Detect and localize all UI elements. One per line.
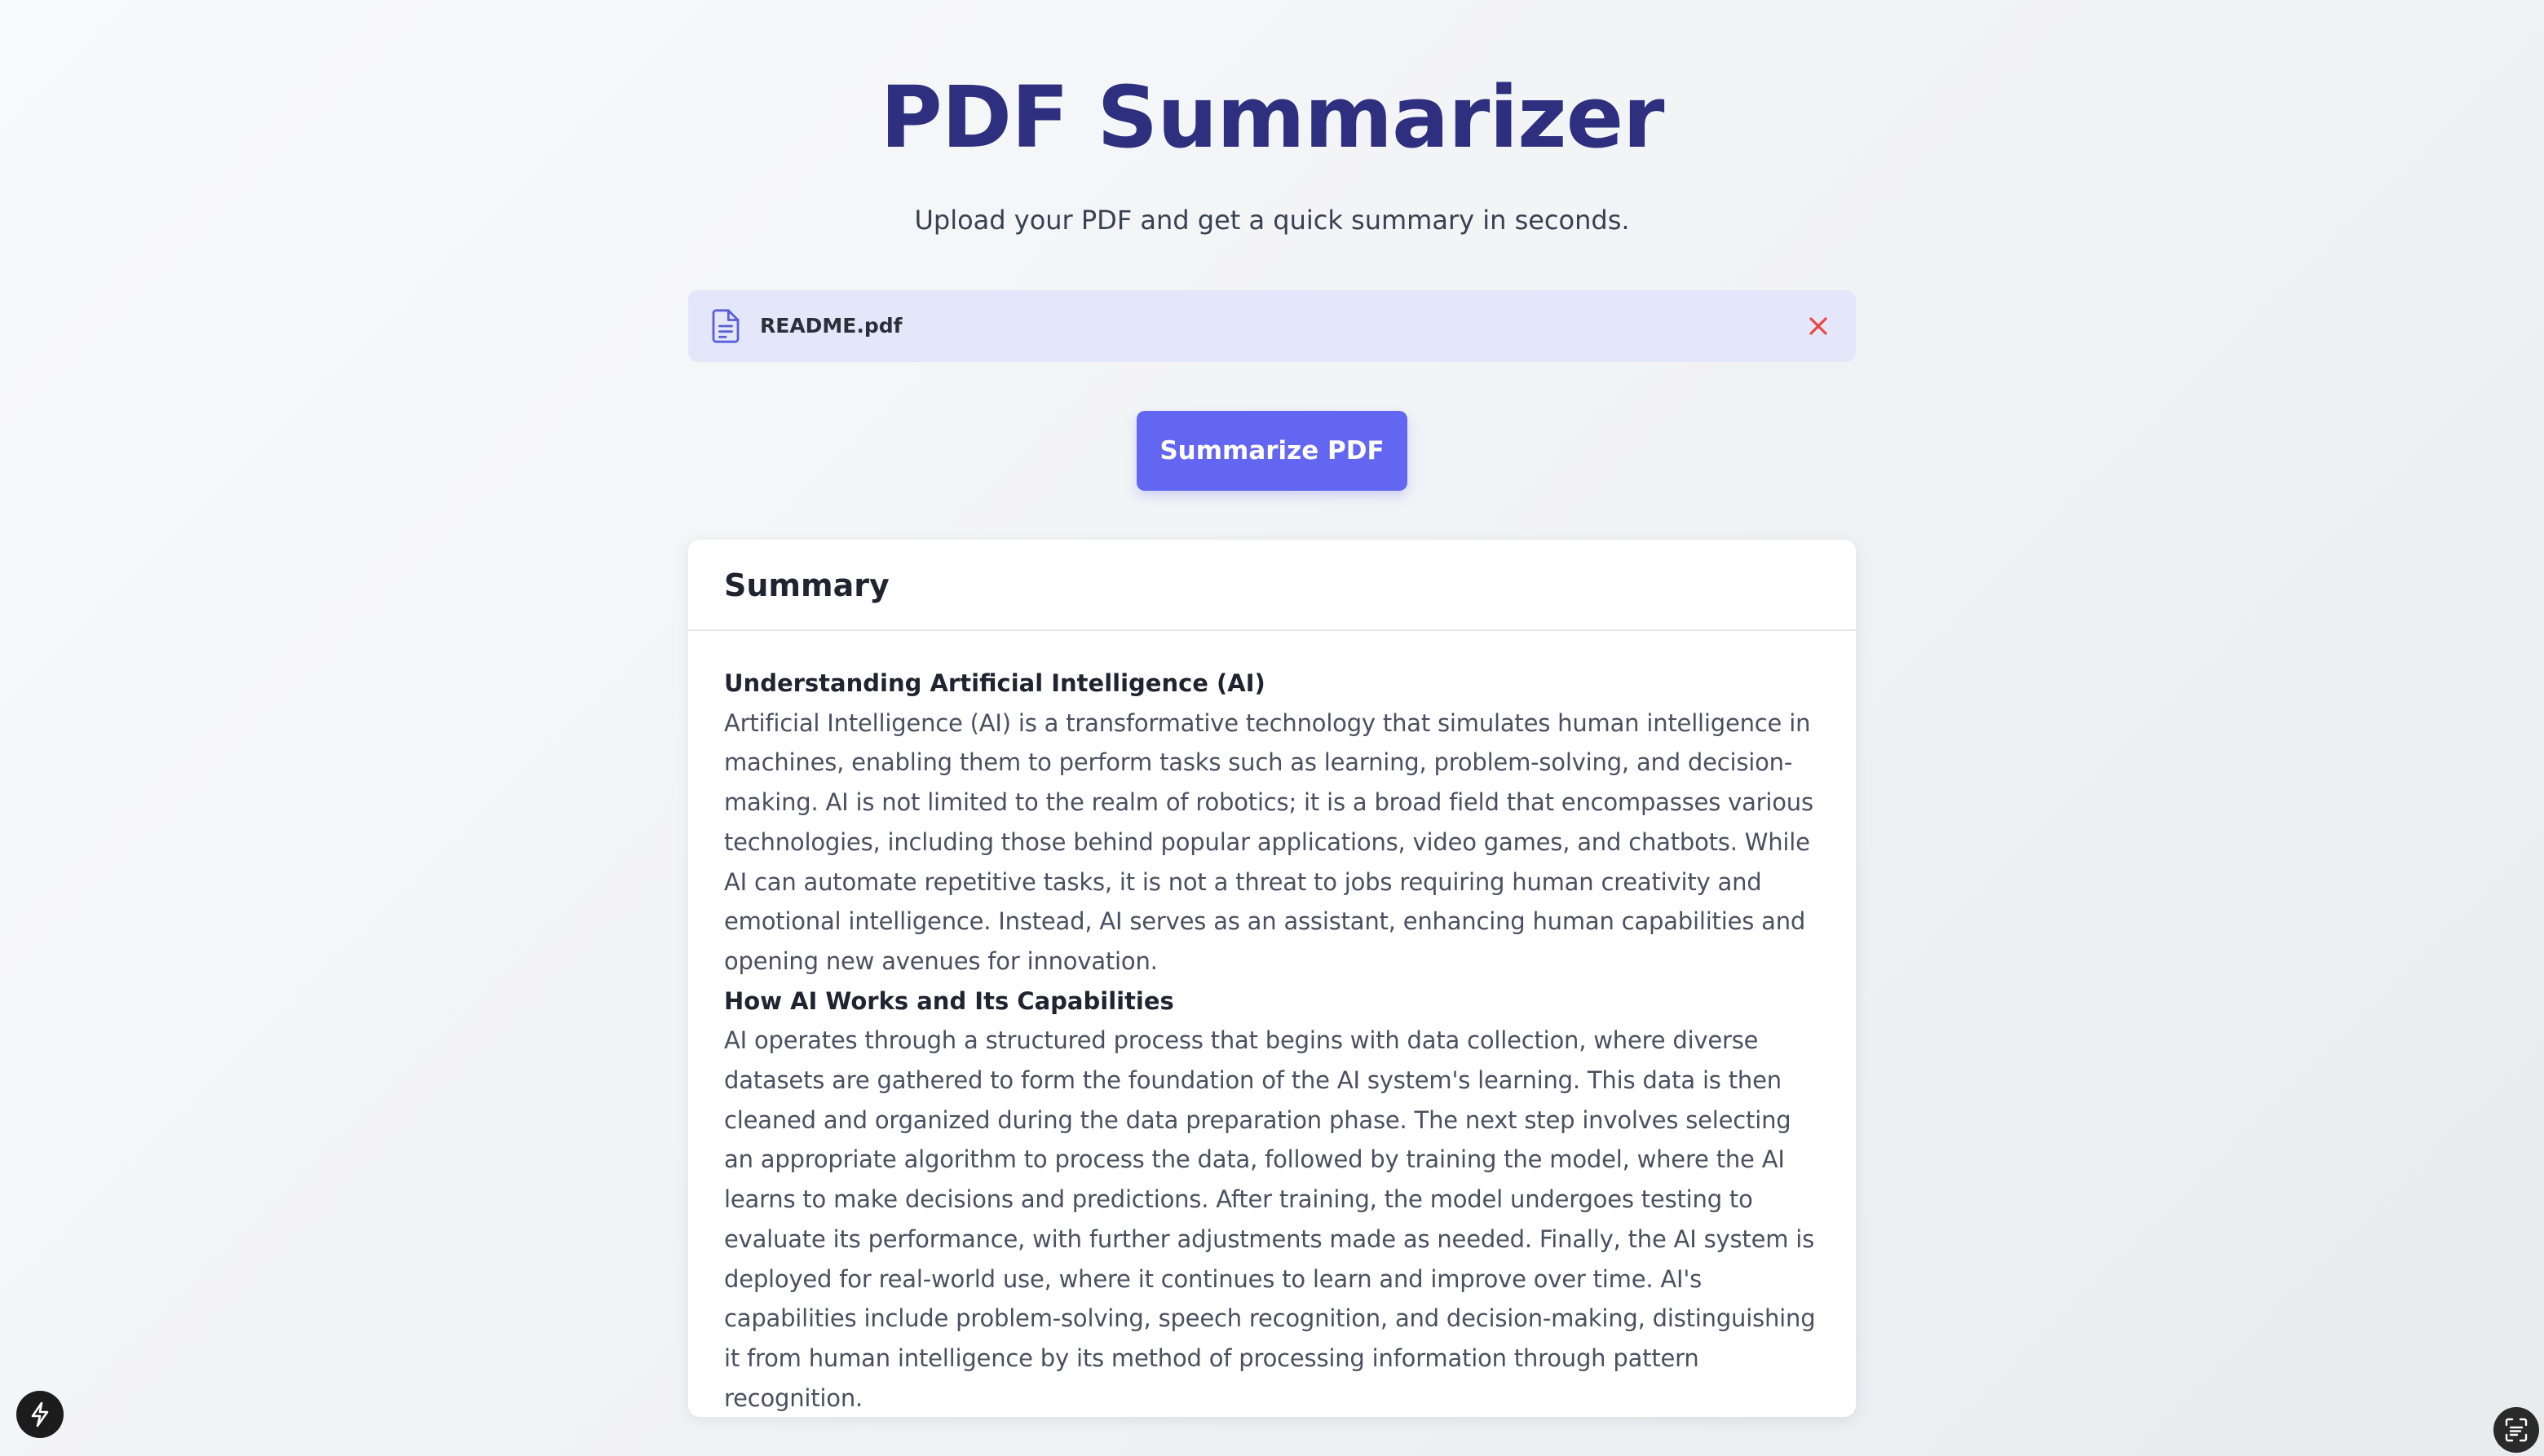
section-paragraph: Artificial Intelligence (AI) is a transf… xyxy=(724,708,1813,975)
section-heading: How AI Works and Its Capabilities xyxy=(724,986,1174,1015)
summary-title: Summary xyxy=(724,567,890,603)
file-name: README.pdf xyxy=(760,314,903,338)
section-heading: Understanding Artificial Intelligence (A… xyxy=(724,669,1265,697)
close-icon[interactable] xyxy=(1802,310,1835,342)
lightning-bolt-icon xyxy=(31,1401,49,1427)
section-paragraph: AI operates through a structured process… xyxy=(724,1026,1816,1412)
scan-text-button[interactable] xyxy=(2493,1407,2539,1453)
page-title: PDF Summarizer xyxy=(880,68,1665,167)
scan-text-icon xyxy=(2505,1418,2528,1442)
dev-tools-button[interactable] xyxy=(16,1391,64,1438)
document-icon xyxy=(712,309,740,343)
summary-content: Understanding Artificial Intelligence (A… xyxy=(688,631,1856,1417)
summary-card-header: Summary xyxy=(688,540,1856,631)
selected-file-row: README.pdf xyxy=(688,290,1856,362)
summary-card: Summary Understanding Artificial Intelli… xyxy=(688,540,1856,1417)
page-subtitle: Upload your PDF and get a quick summary … xyxy=(914,205,1630,236)
summarize-button[interactable]: Summarize PDF xyxy=(1137,411,1407,491)
